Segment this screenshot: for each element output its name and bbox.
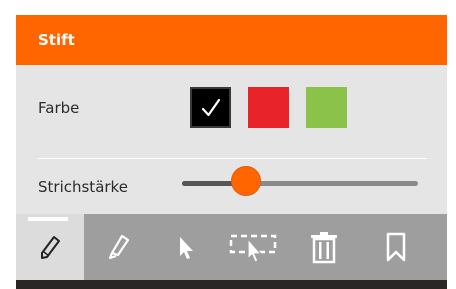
active-tool-indicator <box>28 217 68 221</box>
tool-pointer[interactable] <box>152 214 220 280</box>
selection-icon <box>229 234 277 263</box>
panel-title: Stift <box>38 31 75 49</box>
color-swatch-black[interactable] <box>190 87 231 128</box>
checkmark-icon <box>201 98 221 117</box>
stroke-width-slider[interactable] <box>182 181 418 186</box>
stroke-width-label: Strichstärke <box>38 178 128 196</box>
background-strip <box>16 280 447 289</box>
bookmark-icon <box>386 232 406 262</box>
panel-header: Stift <box>16 15 447 65</box>
divider <box>38 158 427 159</box>
tool-bar <box>16 214 447 280</box>
pointer-icon <box>180 237 193 259</box>
color-swatch-red[interactable] <box>248 87 289 128</box>
pen-settings-panel: Stift Farbe Strichstärke <box>16 15 447 214</box>
tool-bookmark[interactable] <box>362 214 430 280</box>
tool-selection[interactable] <box>220 214 288 280</box>
color-label: Farbe <box>38 99 80 117</box>
marker-icon <box>108 234 130 260</box>
tool-marker[interactable] <box>84 214 152 280</box>
slider-thumb[interactable] <box>230 166 261 196</box>
tool-pencil[interactable] <box>16 214 84 280</box>
pencil-icon <box>41 236 60 259</box>
trash-icon <box>311 232 337 264</box>
color-swatch-green[interactable] <box>306 87 347 128</box>
tool-delete[interactable] <box>290 214 358 280</box>
